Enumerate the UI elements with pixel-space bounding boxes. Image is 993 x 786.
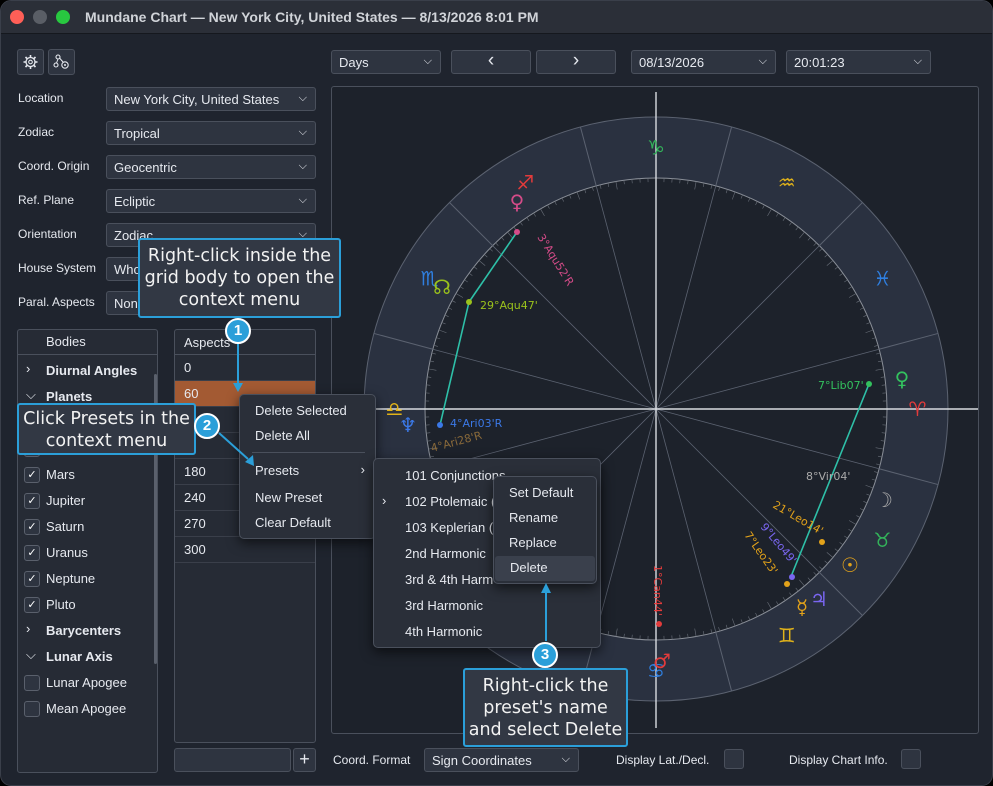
callout-step-2: Click Presets in the context menu [17, 403, 196, 455]
step-1-badge: 1 [225, 318, 251, 344]
app-window: Mundane Chart — New York City, United St… [0, 0, 993, 786]
step-3-badge: 3 [532, 642, 558, 668]
callout-step-1: Right-click inside the grid body to open… [138, 238, 341, 318]
step-2-badge: 2 [194, 413, 220, 439]
callout-step-3: Right-click the preset's name and select… [463, 668, 628, 747]
